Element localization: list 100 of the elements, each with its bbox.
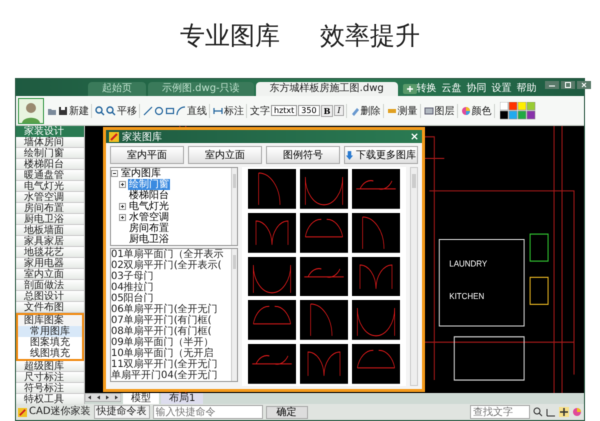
line-icon[interactable] — [143, 106, 153, 116]
door-thumbnail[interactable] — [300, 344, 348, 384]
list-item[interactable]: 11双扇平开门(全开无门 — [111, 359, 231, 370]
font-select[interactable]: hztxt — [271, 105, 298, 116]
italic-button[interactable]: I — [334, 105, 344, 116]
crosshair-icon[interactable] — [559, 407, 569, 417]
toolbar-label[interactable]: 测量 — [398, 104, 418, 118]
top-menu-item[interactable]: 转换 — [416, 80, 437, 94]
size-select[interactable]: 350 — [298, 105, 320, 116]
top-menu-item[interactable]: 云盘 — [442, 80, 462, 94]
close-icon[interactable] — [410, 132, 419, 141]
expand-icon[interactable] — [119, 214, 126, 221]
tree-item[interactable]: 房间布置 — [128, 223, 170, 234]
toolbar-label[interactable]: 新建 — [69, 104, 89, 118]
list-item[interactable]: 04推拉门 — [111, 282, 231, 293]
toolbar-label[interactable]: 颜色 — [472, 104, 492, 118]
sidebar-item[interactable]: 绘制门窗 — [16, 148, 84, 159]
sidebar-item[interactable]: 符号标注 — [16, 383, 84, 394]
toolbar-label[interactable]: 标注 — [224, 104, 244, 118]
search-icon[interactable] — [533, 407, 543, 417]
tree-item[interactable]: 绘制门窗 — [128, 179, 170, 190]
color-wheel-icon[interactable] — [460, 106, 470, 116]
circle-icon[interactable] — [154, 106, 164, 116]
toolbar-label[interactable]: 平移 — [117, 104, 137, 118]
scrollbar[interactable] — [231, 168, 237, 245]
sidebar-item[interactable]: 特权工具 — [16, 394, 84, 404]
maximize-icon[interactable] — [560, 81, 575, 89]
expand-icon[interactable] — [119, 181, 126, 188]
list-item[interactable]: 06单扇平开门(全开无门 — [111, 304, 231, 315]
sidebar-item[interactable]: 剖面做法 — [16, 280, 84, 291]
category-button[interactable]: 室内立面 — [188, 146, 262, 164]
sidebar-item[interactable]: 楼梯阳台 — [16, 159, 84, 170]
door-thumbnail[interactable] — [248, 212, 296, 253]
door-thumbnail[interactable] — [352, 256, 400, 296]
door-thumbnail[interactable] — [248, 344, 296, 384]
sidebar-item[interactable]: 墙体房间 — [16, 137, 84, 148]
zoom-icon[interactable] — [95, 106, 105, 116]
tree-item[interactable]: 楼梯阳台 — [128, 190, 170, 201]
list-item[interactable]: 07单扇平开门(有门框( — [111, 315, 231, 326]
zoom-icon[interactable] — [106, 106, 116, 116]
sidebar-item[interactable]: 暖通盘管 — [16, 170, 84, 181]
document-tab[interactable]: 起始页 — [88, 82, 146, 96]
tree-item[interactable]: 厨电卫浴 — [128, 234, 170, 245]
scrollbar[interactable] — [410, 167, 418, 386]
layout-tab[interactable]: 模型 — [123, 393, 159, 404]
category-button[interactable]: 室内平面 — [110, 146, 184, 164]
category-button[interactable]: 下载更多图库 — [344, 146, 418, 164]
list-item[interactable]: 单扇平开门04(全开无门 — [111, 370, 231, 381]
door-thumbnail[interactable] — [248, 256, 296, 296]
bold-button[interactable]: B — [320, 104, 334, 116]
tree-item[interactable]: 电气灯光 — [128, 201, 170, 212]
document-tab[interactable]: 示例图.dwg-只读 — [148, 82, 254, 96]
sidebar-item[interactable]: 家具家居 — [16, 236, 84, 247]
door-thumbnail[interactable] — [248, 169, 296, 209]
layout-tab[interactable]: 布局1 — [161, 393, 204, 404]
sidebar-item[interactable]: 电气灯光 — [16, 181, 84, 192]
list-item[interactable]: 05阳台门 — [111, 293, 231, 304]
sidebar-item[interactable]: 总图设计 — [16, 291, 84, 302]
minimize-icon[interactable] — [544, 81, 559, 89]
door-thumbnail[interactable] — [352, 212, 400, 253]
sidebar-item[interactable]: 尺寸标注 — [16, 372, 84, 383]
sidebar-item[interactable]: 图库图案 — [16, 313, 84, 326]
quick-command-button[interactable]: 快捷命令表 — [94, 405, 150, 419]
door-thumbnail[interactable] — [300, 169, 348, 209]
sidebar-item[interactable]: 厨电卫浴 — [16, 214, 84, 225]
scrollbar[interactable] — [231, 249, 237, 381]
submenu-item[interactable]: 常用图库 — [18, 326, 82, 337]
door-thumbnail[interactable] — [300, 300, 348, 340]
eraser-icon[interactable] — [350, 106, 360, 116]
door-thumbnail[interactable] — [352, 169, 400, 209]
add-tab-icon[interactable] — [402, 84, 417, 94]
color-palette-icon[interactable] — [500, 102, 536, 120]
layers-icon[interactable] — [424, 106, 434, 116]
command-input[interactable]: 输入快捷命令 — [152, 405, 263, 419]
document-tab[interactable]: 东方城样板房施工图.dwg — [256, 82, 398, 96]
list-item[interactable]: 08单扇平开门(有门框( — [111, 326, 231, 337]
collapse-icon[interactable] — [111, 170, 118, 177]
close-icon[interactable] — [576, 81, 591, 89]
submenu-item[interactable]: 图案填充 — [18, 337, 82, 348]
app-brand-button[interactable]: CAD迷你家装 — [18, 406, 91, 418]
arc-icon[interactable] — [176, 106, 186, 116]
rectangle-icon[interactable] — [165, 106, 175, 116]
user-avatar-icon[interactable] — [18, 98, 44, 124]
sidebar-item[interactable]: 家用电器 — [16, 258, 84, 269]
sidebar-item[interactable]: 地板墙面 — [16, 225, 84, 236]
expand-icon[interactable] — [119, 203, 126, 210]
tab-navigation-icon[interactable] — [85, 393, 121, 402]
sidebar-item[interactable]: 室内立面 — [16, 269, 84, 280]
submenu-item[interactable]: 线图填充 — [18, 348, 82, 359]
sidebar-item[interactable]: 文件布图 — [16, 302, 84, 313]
sidebar-item[interactable]: 超级图库 — [16, 361, 84, 372]
color-wheel-icon[interactable] — [572, 407, 582, 417]
tree-item[interactable]: 水管空调 — [128, 212, 170, 223]
toolbar-label[interactable]: 文字 — [250, 104, 270, 118]
door-thumbnail[interactable] — [352, 344, 400, 384]
snap-icon[interactable] — [546, 407, 556, 417]
category-button[interactable]: 图例符号 — [266, 146, 340, 164]
top-menu-item[interactable]: 帮助 — [516, 80, 537, 94]
door-thumbnail[interactable] — [300, 212, 348, 253]
toolbar-label[interactable]: 直线 — [187, 104, 207, 118]
